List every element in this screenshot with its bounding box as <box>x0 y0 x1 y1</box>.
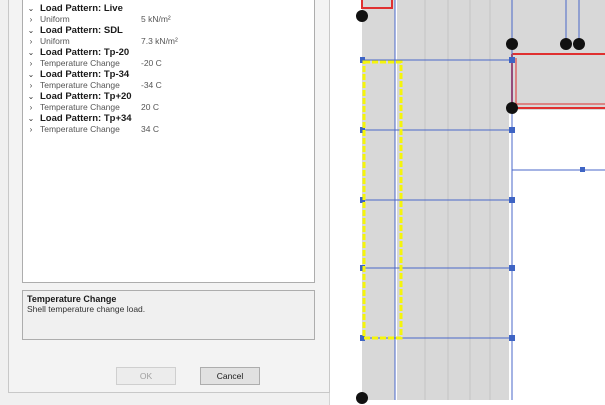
load-item-value[interactable]: -34 C <box>141 80 162 91</box>
load-item-row[interactable]: › Temperature Change 20 C <box>23 102 314 113</box>
load-pattern-label: Load Pattern: Tp+34 <box>40 113 132 124</box>
model-view-canvas[interactable] <box>330 0 605 405</box>
chevron-down-icon[interactable]: ⌄ <box>27 3 35 14</box>
chevron-down-icon[interactable]: ⌄ <box>27 91 35 102</box>
property-description-panel: Temperature Change Shell temperature cha… <box>22 290 315 340</box>
load-pattern-row-tp-plus-20[interactable]: ⌄ Load Pattern: Tp+20 <box>23 91 314 102</box>
load-item-value[interactable]: 20 C <box>141 102 159 113</box>
load-item-row[interactable]: › Uniform 5 kN/m² <box>23 14 314 25</box>
chevron-right-icon[interactable]: › <box>27 58 35 69</box>
empty-region <box>509 110 605 400</box>
load-pattern-label: Load Pattern: Tp-34 <box>40 69 130 80</box>
description-title: Temperature Change <box>27 294 117 304</box>
chevron-right-icon[interactable]: › <box>27 102 35 113</box>
chevron-down-icon[interactable]: ⌄ <box>27 47 35 58</box>
load-item-name: Temperature Change <box>40 80 120 90</box>
load-pattern-row-tp-plus-34[interactable]: ⌄ Load Pattern: Tp+34 <box>23 113 314 124</box>
load-pattern-label: Load Pattern: Live <box>40 3 123 14</box>
load-pattern-label: Load Pattern: SDL <box>40 25 123 36</box>
load-item-name: Uniform <box>40 36 70 46</box>
load-pattern-row-live[interactable]: ⌄ Load Pattern: Live <box>23 3 314 14</box>
load-item-name: Uniform <box>40 14 70 24</box>
chevron-right-icon[interactable]: › <box>27 36 35 47</box>
load-item-value[interactable]: 7.3 kN/m² <box>141 36 178 47</box>
chevron-right-icon[interactable]: › <box>27 80 35 91</box>
load-item-name: Temperature Change <box>40 102 120 112</box>
load-pattern-row-sdl[interactable]: ⌄ Load Pattern: SDL <box>23 25 314 36</box>
load-item-name: Temperature Change <box>40 58 120 68</box>
load-pattern-label: Load Pattern: Tp+20 <box>40 91 132 102</box>
load-item-row[interactable]: › Temperature Change -20 C <box>23 58 314 69</box>
chevron-down-icon[interactable]: ⌄ <box>27 69 35 80</box>
model-view-drawing[interactable] <box>330 0 605 405</box>
load-item-value[interactable]: -20 C <box>141 58 162 69</box>
load-property-grid[interactable]: ⌄ Load Pattern: Live › Uniform 5 kN/m² ⌄… <box>22 0 315 283</box>
load-item-name: Temperature Change <box>40 124 120 134</box>
ok-button[interactable]: OK <box>116 367 176 385</box>
load-item-row[interactable]: › Temperature Change 34 C <box>23 124 314 135</box>
load-pattern-row-tp-20[interactable]: ⌄ Load Pattern: Tp-20 <box>23 47 314 58</box>
chevron-right-icon[interactable]: › <box>27 124 35 135</box>
chevron-right-icon[interactable]: › <box>27 14 35 25</box>
load-item-value[interactable]: 34 C <box>141 124 159 135</box>
load-item-row[interactable]: › Uniform 7.3 kN/m² <box>23 36 314 47</box>
load-pattern-label: Load Pattern: Tp-20 <box>40 47 130 58</box>
load-item-row[interactable]: › Temperature Change -34 C <box>23 80 314 91</box>
load-item-value[interactable]: 5 kN/m² <box>141 14 171 25</box>
chevron-down-icon[interactable]: ⌄ <box>27 25 35 36</box>
chevron-down-icon[interactable]: ⌄ <box>27 113 35 124</box>
cancel-button[interactable]: Cancel <box>200 367 260 385</box>
load-pattern-row-tp-34[interactable]: ⌄ Load Pattern: Tp-34 <box>23 69 314 80</box>
description-text: Shell temperature change load. <box>27 304 146 314</box>
